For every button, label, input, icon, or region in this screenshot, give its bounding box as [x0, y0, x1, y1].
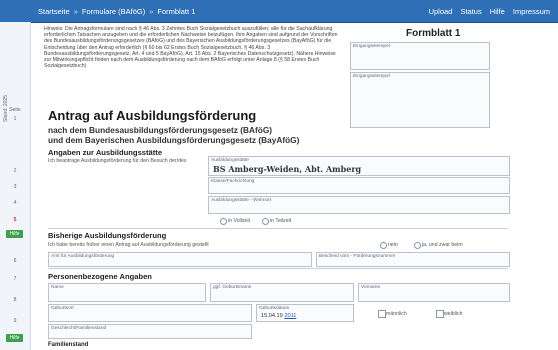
- field-label: Klasse/Fachrichtung: [211, 179, 255, 184]
- field-value: BS Amberg-Weiden, Abt. Amberg: [213, 164, 362, 174]
- fulltime-label: in Vollzeit: [228, 218, 250, 224]
- birthname-field[interactable]: ggf. Geburtsname: [210, 283, 354, 302]
- field-label: Geschlecht/Familienstand: [51, 326, 107, 331]
- parttime-radio[interactable]: [262, 218, 269, 225]
- top-navigation-bar: Startseite» Formulare (BAföG)» Formblatt 1…: [0, 0, 558, 23]
- male-checkbox[interactable]: [378, 310, 386, 318]
- breadcrumb-home[interactable]: Startseite: [38, 7, 70, 16]
- birthdate-field[interactable]: Geburtsdatum 15.04.19 2011: [256, 304, 354, 322]
- parttime-label: in Teilzeit: [270, 218, 292, 224]
- field-label: Name: [51, 285, 64, 290]
- birthdate-value: 15.04.19 2011: [261, 313, 297, 319]
- line-number: 4: [13, 200, 17, 206]
- previous-yes-radio[interactable]: [414, 242, 421, 249]
- previous-question: Ich habe bereits früher einen Antrag auf…: [48, 242, 209, 248]
- firstname-field[interactable]: Vorname: [358, 283, 510, 302]
- line-number-gutter: Stand: 2025 Seite 1 2 3 4 5 Hilfe 6 7 8 …: [0, 22, 31, 350]
- receipt-stamp-label: Eingangsstempel: [353, 74, 390, 79]
- form-paper: Hinweis: Die Antragsformulare sind nach …: [34, 24, 548, 350]
- help-badge[interactable]: Hilfe: [6, 230, 23, 238]
- divider: [48, 268, 508, 269]
- receipt-stamp-box-2: Eingangsstempel: [350, 72, 490, 128]
- field-label: ggf. Geburtsname: [213, 285, 252, 290]
- divider: [48, 228, 508, 229]
- previous-no-label: nein: [388, 242, 398, 248]
- breadcrumb-forms[interactable]: Formulare (BAföG): [82, 7, 145, 16]
- receipt-stamp-box: Eingangsstempel: [350, 42, 490, 70]
- form-subheading-2: und dem Bayerischen Ausbildungsförderung…: [48, 135, 300, 145]
- line-number: 1: [13, 116, 17, 122]
- fulltime-radio[interactable]: [220, 218, 227, 225]
- training-institution-field[interactable]: Ausbildungsstätte BS Amberg-Weiden, Abt.…: [208, 156, 510, 176]
- class-field[interactable]: Klasse/Fachrichtung: [208, 177, 510, 194]
- field-label: Ausbildungsstätte - Wohnort: [211, 198, 272, 203]
- field-label: Geburtsdatum: [259, 306, 290, 311]
- field-label: Amt für Ausbildungsförderung: [51, 254, 115, 259]
- top-links: Upload Status Hilfe Impressum: [423, 7, 550, 16]
- birthdate-year: 2011: [284, 313, 297, 319]
- line-label-page: Seite: [9, 107, 21, 113]
- upload-link[interactable]: Upload: [429, 7, 453, 16]
- section-title-training: Angaben zur Ausbildungsstätte: [48, 148, 163, 157]
- help-link[interactable]: Hilfe: [490, 7, 505, 16]
- previous-office-field[interactable]: Amt für Ausbildungsförderung: [48, 252, 312, 267]
- line-number: 9: [13, 318, 17, 324]
- line-number: 2: [13, 168, 17, 174]
- vertical-version-text: Stand: 2025: [3, 95, 9, 122]
- female-label: weiblich: [444, 311, 463, 317]
- section-title-personal: Personenbezogene Angaben: [48, 272, 152, 281]
- name-field[interactable]: Name: [48, 283, 206, 302]
- form-heading: Antrag auf Ausbildungsförderung: [48, 108, 257, 123]
- previous-no-radio[interactable]: [380, 242, 387, 249]
- breadcrumb-formblatt[interactable]: Formblatt 1: [157, 7, 195, 16]
- line-number: 3: [13, 184, 17, 190]
- breadcrumb: Startseite» Formulare (BAföG)» Formblatt 1: [38, 7, 196, 16]
- marital-status-field[interactable]: Geschlecht/Familienstand: [48, 324, 252, 339]
- field-label: Ausbildungsstätte: [211, 158, 249, 163]
- female-checkbox[interactable]: [436, 310, 444, 318]
- line-number: 7: [13, 276, 17, 282]
- help-badge[interactable]: Hilfe: [6, 334, 23, 342]
- male-label: männlich: [386, 311, 407, 317]
- section-title-previous: Bisherige Ausbildungsförderung: [48, 231, 167, 240]
- status-link[interactable]: Status: [460, 7, 481, 16]
- birthplace-field[interactable]: Geburtsort: [48, 304, 252, 322]
- institution-location-field[interactable]: Ausbildungsstätte - Wohnort: [208, 196, 510, 214]
- form-subheading-1: nach dem Bundesausbildungsförderungsgese…: [48, 125, 273, 135]
- previous-yes-label: ja, und zwar beim: [422, 242, 463, 248]
- line-number-error: 5: [13, 217, 17, 223]
- receipt-stamp-label: Eingangsstempel: [353, 44, 390, 49]
- intro-notice: Hinweis: Die Antragsformulare sind nach …: [44, 26, 338, 70]
- training-hint: Ich beantrage Ausbildungsförderung für d…: [48, 158, 187, 164]
- form-title: Formblatt 1: [406, 28, 461, 39]
- line-number: 8: [13, 297, 17, 303]
- previous-decision-field[interactable]: Bescheid vom - Förderungsnummer: [316, 252, 510, 267]
- field-label: Bescheid vom - Förderungsnummer: [319, 254, 396, 259]
- line-number: 6: [13, 258, 17, 264]
- field-label: Vorname: [361, 285, 381, 290]
- imprint-link[interactable]: Impressum: [513, 7, 550, 16]
- section-title-family: Familienstand: [48, 342, 89, 348]
- field-label: Geburtsort: [51, 306, 74, 311]
